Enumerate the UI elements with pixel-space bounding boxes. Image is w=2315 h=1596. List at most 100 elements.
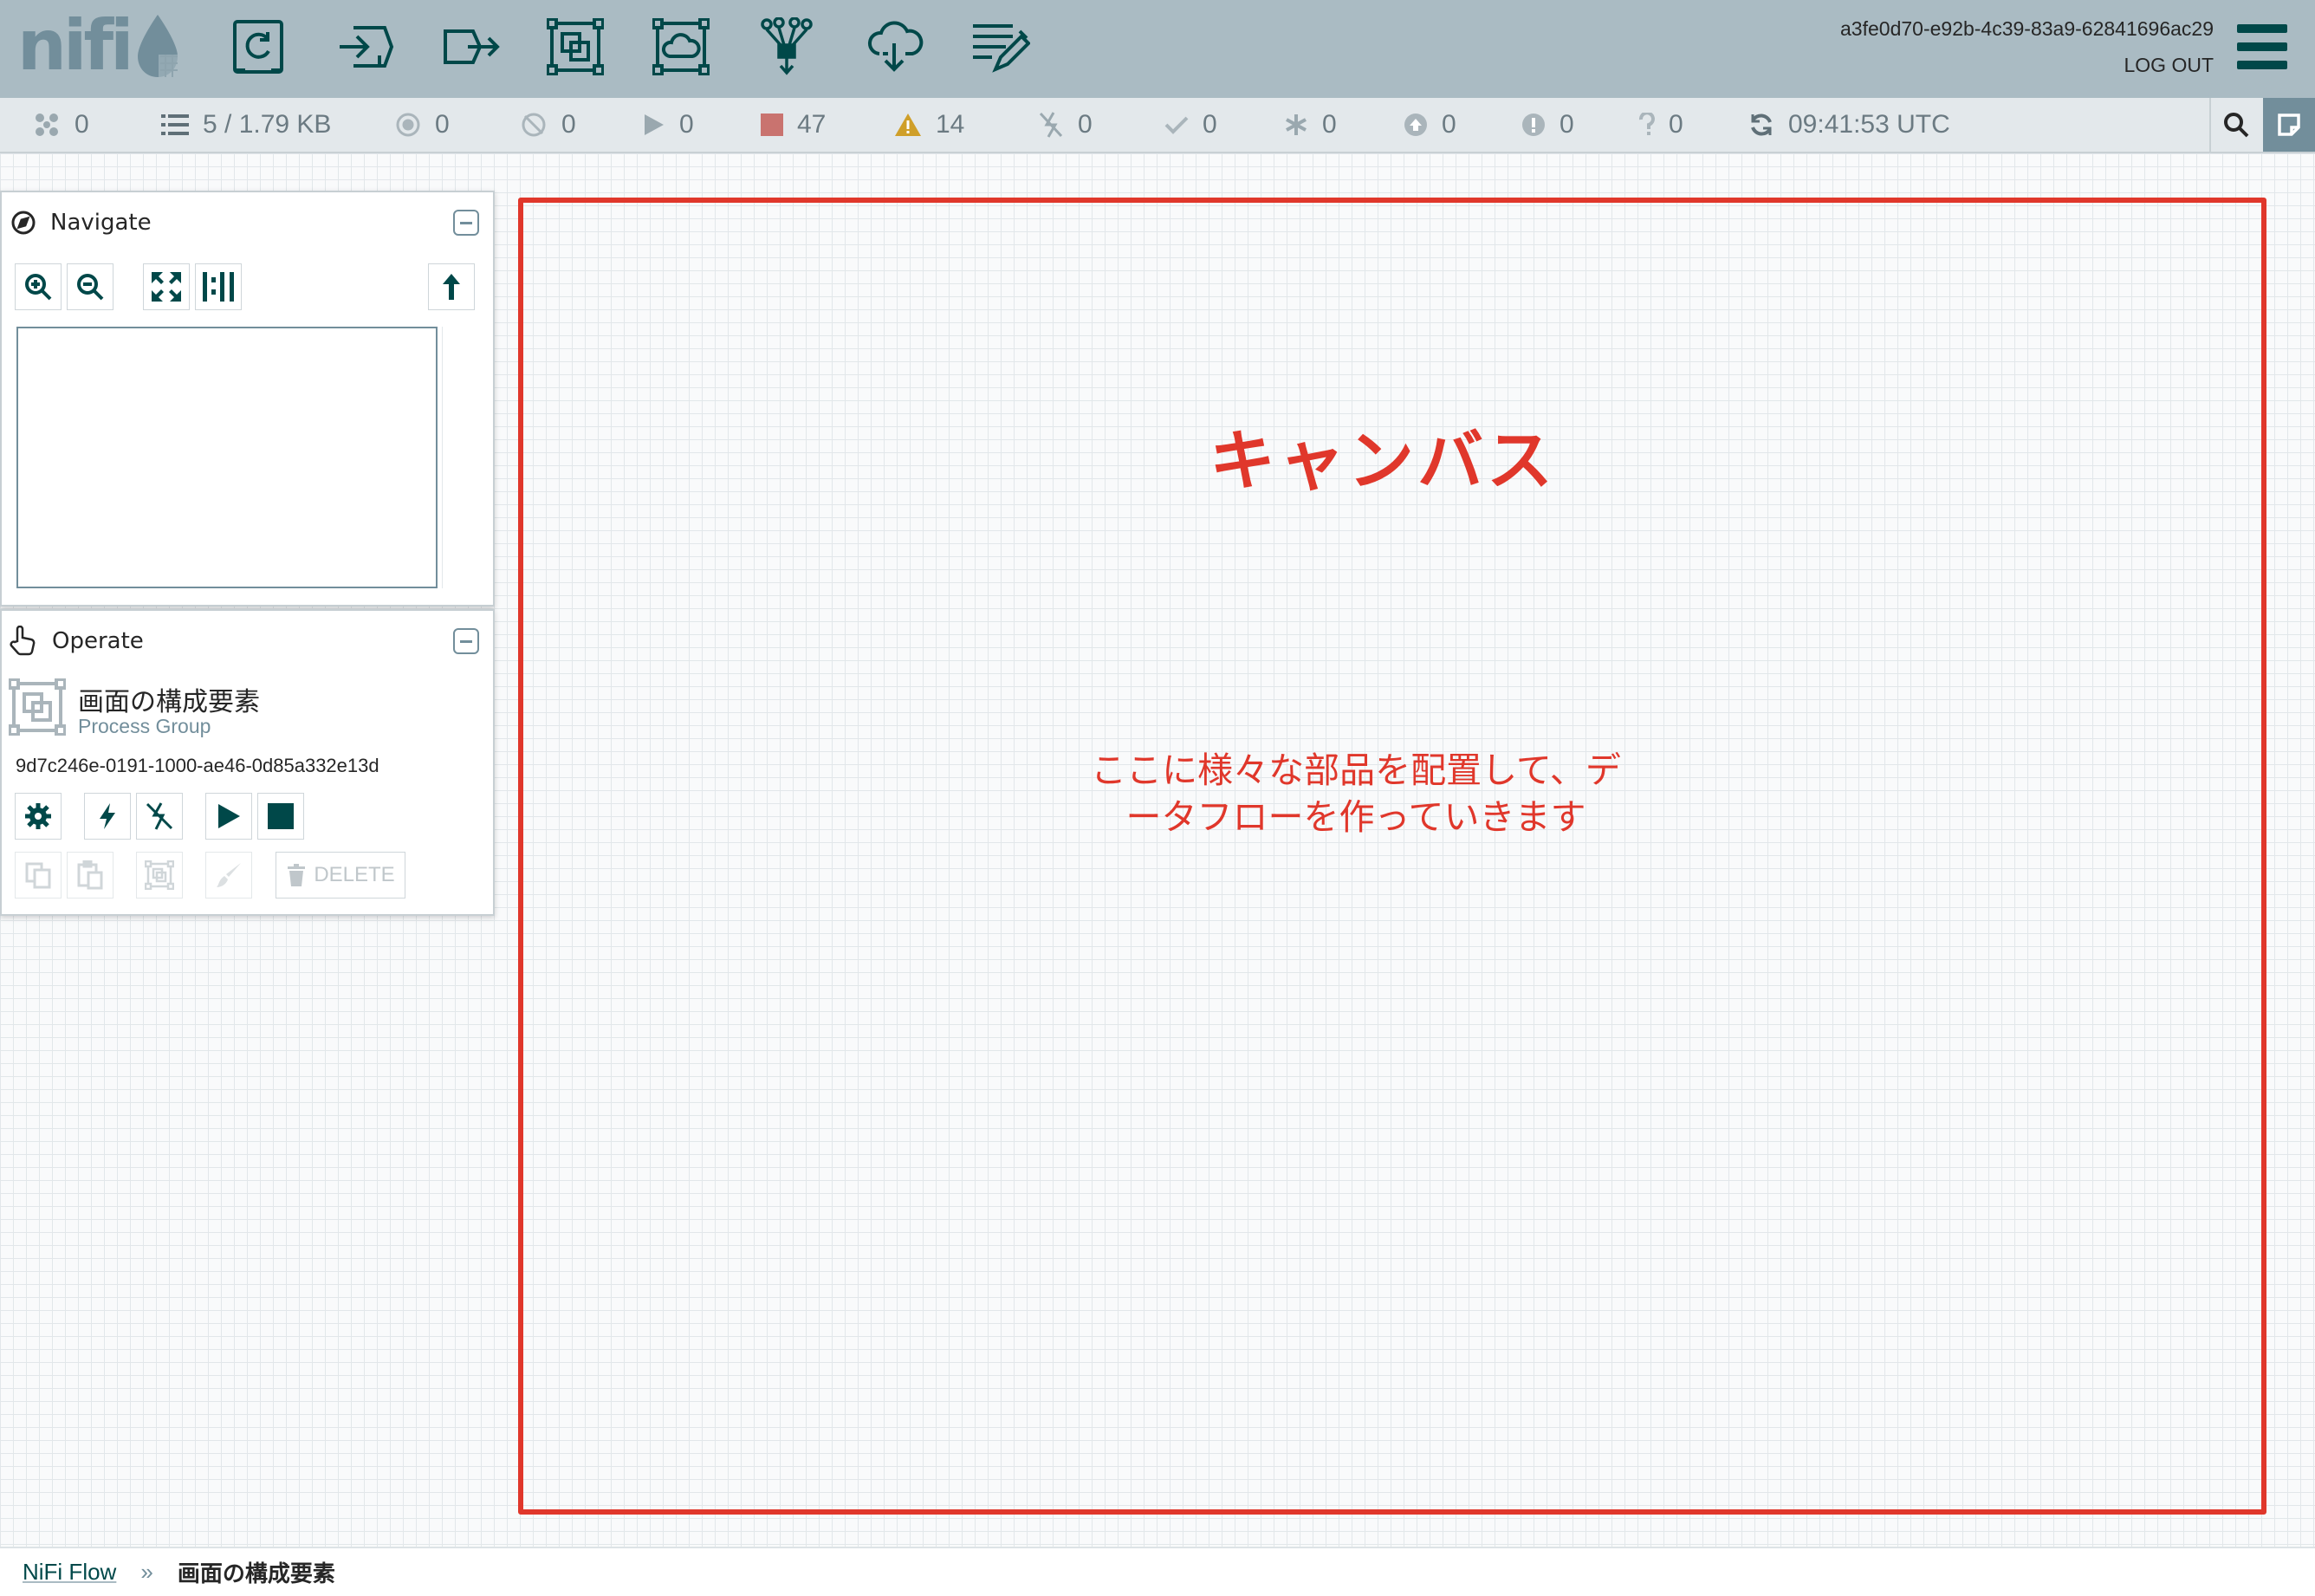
expand-icon [152,272,181,302]
input-port-icon [340,26,394,68]
template-icon [868,21,924,72]
stat-locally-modified: 0 [1284,98,1337,152]
remote-process-group-button[interactable] [650,16,712,78]
operate-header[interactable]: Operate [2,611,493,671]
funnel-button[interactable] [755,16,818,78]
queued-value: 5 / 1.79 KB [203,110,332,139]
drop-icon [137,15,179,77]
delete-button[interactable]: DELETE [276,852,405,899]
paste-button[interactable] [67,852,113,899]
disabled-count: 0 [1078,110,1093,139]
canvas-annotation-frame [518,198,2266,1515]
level-up-icon [443,274,460,300]
breadcrumb-separator: » [140,1559,153,1585]
bulletin-board-button[interactable] [2263,98,2315,152]
navigate-collapse-button[interactable] [453,210,479,236]
stat-stale: 0 [1404,98,1456,152]
transmitting-count: 0 [435,110,450,139]
input-port-button[interactable] [334,16,397,78]
actual-size-icon [203,272,234,302]
not-transmitting-count: 0 [561,110,576,139]
paste-icon [77,860,103,890]
enable-button[interactable] [84,793,131,840]
selected-component-name: 画面の構成要素 [78,688,260,717]
logo-wordmark: nifi [17,5,134,86]
stale-count: 0 [1442,110,1456,139]
stat-disabled: 0 [1038,98,1093,152]
output-port-icon [444,29,500,64]
transmitting-icon [396,113,420,137]
navigate-title: Navigate [50,210,152,236]
locally-modified-count: 0 [1322,110,1337,139]
stat-invalid: 14 [894,98,964,152]
zoom-in-button[interactable] [15,263,62,310]
stat-up-to-date: 0 [1164,98,1217,152]
start-button[interactable] [205,793,252,840]
configure-button[interactable] [15,793,62,840]
stat-running: 0 [643,98,694,152]
leave-group-button[interactable] [428,263,475,310]
stat-active-threads: 0 [33,98,89,152]
question-icon [1639,113,1655,135]
processor-icon [233,20,283,74]
compass-icon [11,211,36,235]
paintbrush-icon [217,863,241,887]
remote-process-group-icon [652,18,710,75]
sticky-note-icon [2278,114,2300,136]
copy-button[interactable] [15,852,62,899]
process-group-button[interactable] [544,16,606,78]
sync-failure-count: 0 [1669,110,1683,139]
operate-panel: Operate 画面の構成要素 Process Group 9d7c246e-0… [0,609,495,916]
zoom-out-button[interactable] [67,263,113,310]
stat-locally-modified-stale: 0 [1521,98,1574,152]
global-menu-button[interactable] [2237,24,2287,69]
logout-link[interactable]: LOG OUT [2124,54,2214,77]
stop-button[interactable] [257,793,304,840]
stat-queued: 5 / 1.79 KB [161,98,331,152]
selected-component-id: 9d7c246e-0191-1000-ae46-0d85a332e13d [16,755,379,776]
birdseye-view[interactable] [16,327,438,588]
refresh-icon[interactable] [1748,112,1774,138]
template-button[interactable] [863,16,925,78]
actual-size-button[interactable] [195,263,242,310]
zoom-out-icon [77,274,104,301]
stat-stopped: 47 [761,98,826,152]
search-button[interactable] [2209,98,2261,152]
stop-icon [268,803,294,829]
stopped-icon [761,114,783,136]
label-button[interactable] [969,16,1031,78]
running-icon [645,114,664,135]
operate-title: Operate [52,628,144,654]
selected-component-type: Process Group [78,715,211,737]
stat-sync-failure: 0 [1639,98,1683,152]
disable-button[interactable] [136,793,183,840]
flow-status-bar: 0 5 / 1.79 KB 0 0 0 47 14 0 0 0 0 0 0 09… [0,98,2315,153]
operate-collapse-button[interactable] [453,628,479,654]
not-transmitting-icon [522,113,546,137]
delete-label: DELETE [314,863,395,886]
copy-icon [25,862,51,889]
invalid-count: 14 [936,110,965,139]
process-group-icon [9,678,66,736]
up-to-date-count: 0 [1203,110,1217,139]
breadcrumb-current: 画面の構成要素 [177,1560,335,1586]
breadcrumb: NiFi Flow » 画面の構成要素 [0,1547,2315,1596]
output-port-button[interactable] [440,16,503,78]
active-threads-icon [36,114,58,136]
label-icon [973,24,1030,73]
header-bar: nifi a3fe0d70-e92b-4c39-83a9-62841696ac2… [0,0,2315,98]
group-button[interactable] [136,852,183,899]
locally-modified-stale-count: 0 [1560,110,1574,139]
breadcrumb-root[interactable]: NiFi Flow [23,1559,116,1586]
fit-button[interactable] [143,263,190,310]
check-icon [1164,116,1189,134]
navigate-header[interactable]: Navigate [2,192,493,253]
change-color-button[interactable] [205,852,252,899]
stopped-count: 47 [797,110,827,139]
play-icon [218,804,240,828]
navigate-panel: Navigate [0,191,495,607]
processor-button[interactable] [227,16,289,78]
hand-pointer-icon [10,626,36,656]
stat-not-transmitting: 0 [520,98,576,152]
hamburger-icon [2237,24,2287,33]
